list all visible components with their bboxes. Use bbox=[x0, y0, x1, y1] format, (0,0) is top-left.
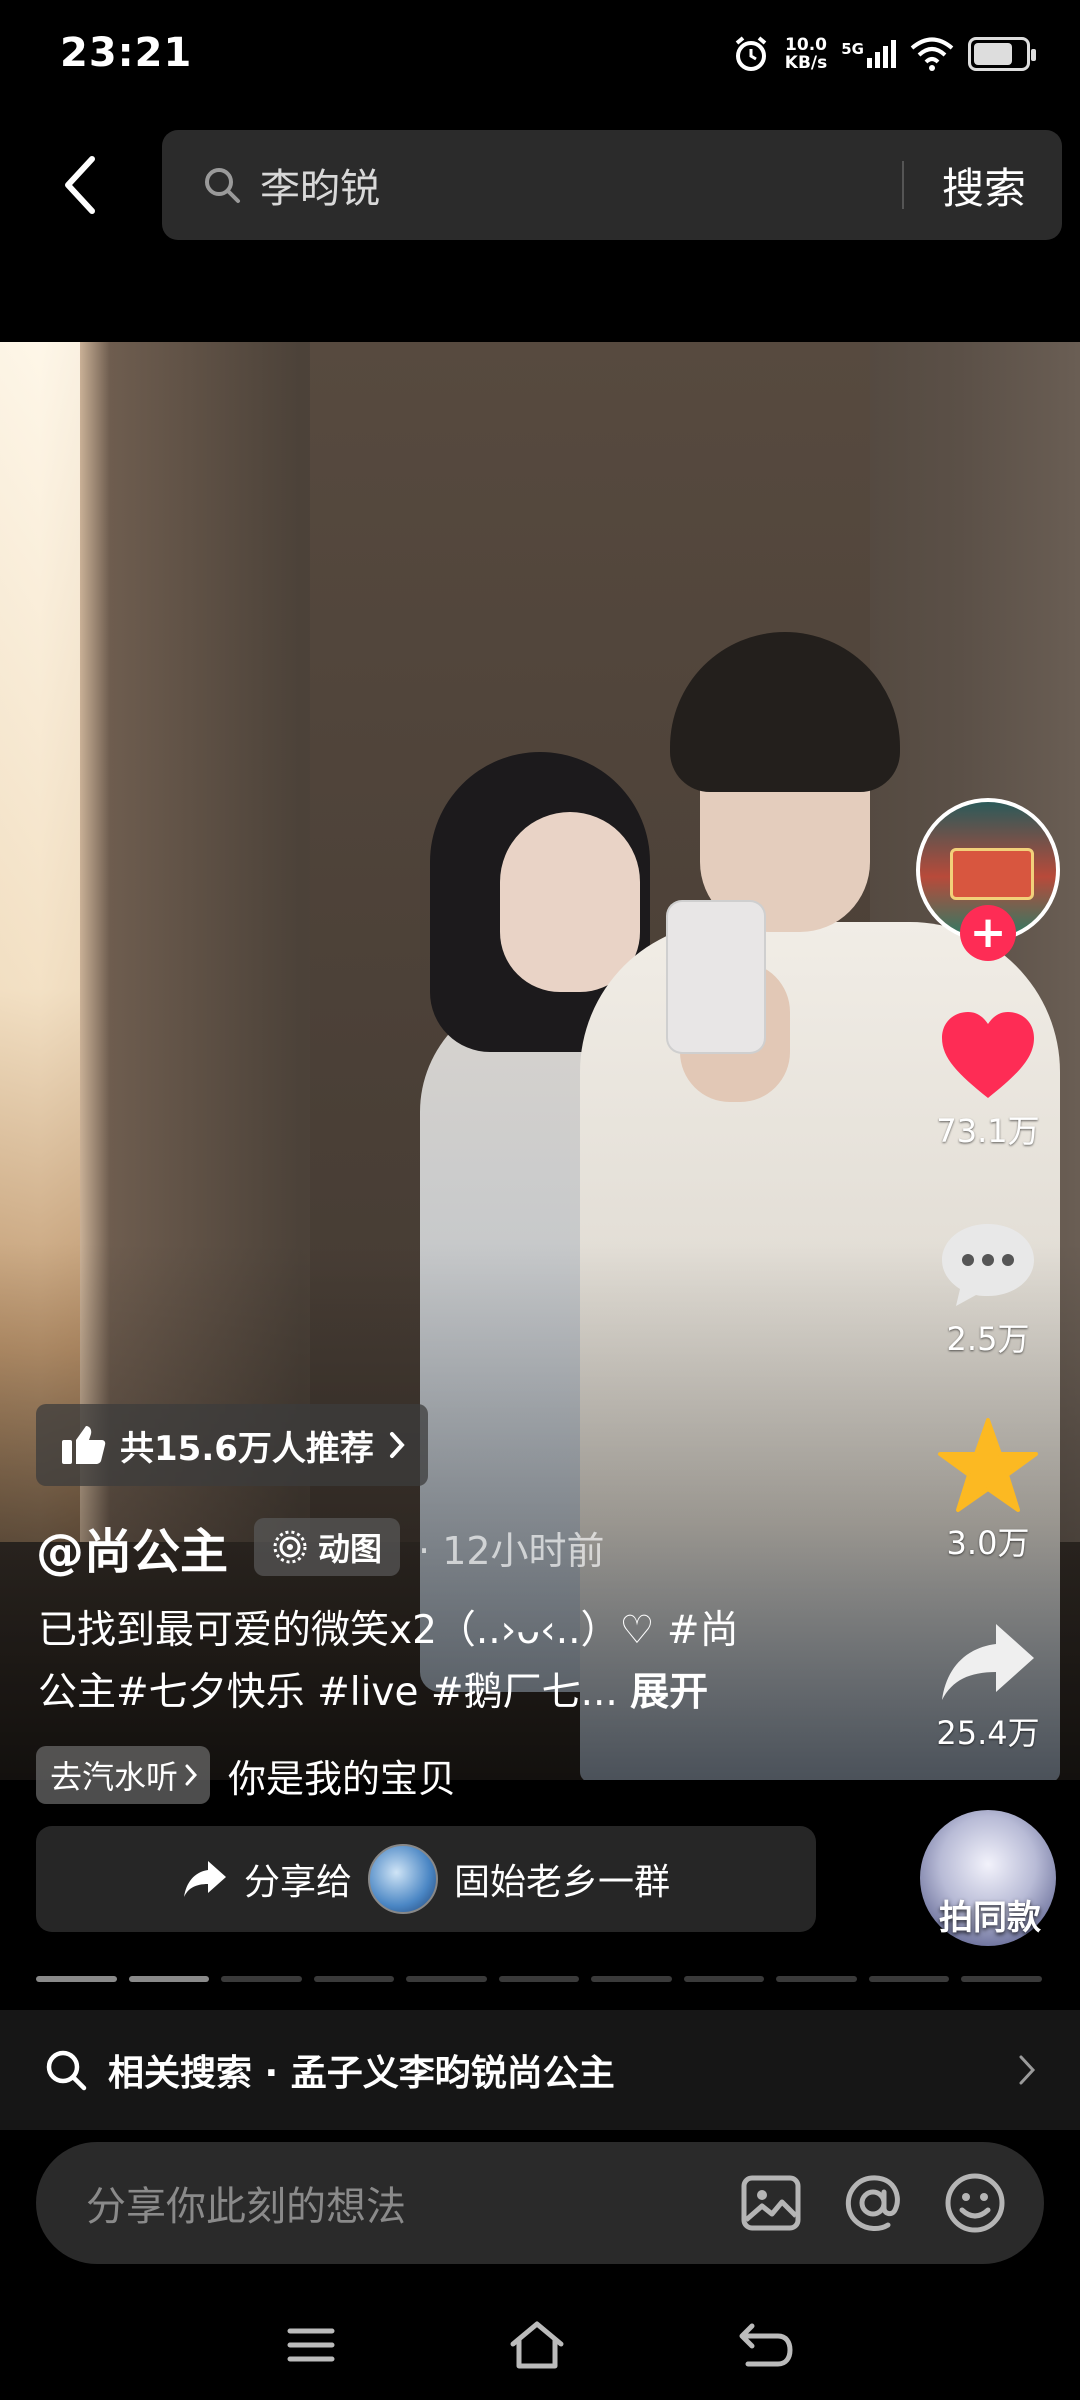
share-button[interactable]: 25.4万 bbox=[916, 1620, 1060, 1754]
progress-segment bbox=[221, 1976, 302, 1982]
share-arrow-icon bbox=[942, 1624, 1034, 1700]
search-input[interactable]: 李昀锐 bbox=[260, 156, 902, 214]
comment-input[interactable]: 分享你此刻的想法 bbox=[86, 2174, 738, 2232]
like-button[interactable]: 73.1万 bbox=[916, 1010, 1060, 1152]
favorite-button[interactable]: 3.0万 bbox=[916, 1418, 1060, 1564]
group-name: 固始老乡一群 bbox=[454, 1862, 671, 1903]
alarm-icon bbox=[735, 36, 767, 71]
image-icon[interactable] bbox=[738, 2170, 804, 2236]
status-icons: 10.0 KB/s 5G bbox=[731, 34, 1036, 74]
progress-segment bbox=[128, 1976, 210, 1982]
progress-segment bbox=[313, 1976, 395, 1982]
progress-segment bbox=[683, 1976, 765, 1982]
progress-segment bbox=[776, 1976, 857, 1982]
search-icon bbox=[46, 2050, 87, 2091]
home-icon[interactable] bbox=[507, 2320, 567, 2370]
music-row: 去汽水听 你是我的宝贝 bbox=[36, 1746, 456, 1804]
system-nav-bar bbox=[0, 2290, 1080, 2400]
cellular-icon: 5G bbox=[841, 40, 896, 68]
network-speed: 10.0 KB/s bbox=[784, 35, 828, 73]
phone-in-frame bbox=[668, 902, 764, 1052]
battery-icon bbox=[968, 37, 1036, 71]
image-progress bbox=[36, 1976, 1043, 1982]
comment-icon bbox=[942, 1224, 1034, 1306]
wifi-icon bbox=[910, 37, 954, 71]
share-arrow-icon bbox=[183, 1861, 226, 1897]
progress-segment bbox=[498, 1976, 580, 1982]
recommend-text: 共15.6万人推荐 bbox=[120, 1428, 374, 1469]
share-count: 25.4万 bbox=[936, 1714, 1040, 1752]
back-button[interactable] bbox=[50, 150, 110, 220]
author-row: @尚公主 动图 · 12小时前 bbox=[36, 1512, 605, 1582]
progress-segment bbox=[406, 1976, 487, 1982]
video-caption: 已找到最可爱的微笑x2（..›ᴗ‹..）♡ #尚 公主#七夕快乐 #live #… bbox=[38, 1608, 739, 1715]
chevron-right-icon bbox=[185, 1764, 198, 1786]
chevron-right-icon bbox=[1019, 2055, 1036, 2085]
type-badge: 动图 bbox=[254, 1518, 401, 1576]
like-count: 73.1万 bbox=[936, 1112, 1040, 1150]
follow-button[interactable]: + bbox=[960, 905, 1016, 961]
group-avatar bbox=[368, 1844, 438, 1914]
chevron-right-icon bbox=[389, 1432, 405, 1458]
favorite-count: 3.0万 bbox=[946, 1524, 1030, 1562]
music-app-link[interactable]: 去汽水听 bbox=[36, 1746, 211, 1804]
progress-segment bbox=[961, 1976, 1043, 1982]
menu-icon[interactable] bbox=[286, 2325, 336, 2365]
status-bar: 23:21 10.0 KB/s 5G bbox=[0, 0, 1080, 110]
live-photo-icon bbox=[273, 1530, 307, 1564]
recommend-chip[interactable]: 共15.6万人推荐 bbox=[36, 1404, 428, 1486]
comment-count: 2.5万 bbox=[946, 1320, 1030, 1358]
same-style-button[interactable]: 拍同款 bbox=[912, 1890, 1068, 1939]
comment-input-bar[interactable]: 分享你此刻的想法 bbox=[36, 2142, 1044, 2264]
mention-icon[interactable] bbox=[840, 2170, 906, 2236]
share-to-group-button[interactable]: 分享给 固始老乡一群 bbox=[36, 1826, 816, 1932]
heart-icon bbox=[942, 1012, 1034, 1098]
author-name[interactable]: @尚公主 bbox=[36, 1512, 228, 1582]
emoji-icon[interactable] bbox=[942, 2170, 1008, 2236]
chevron-left-icon bbox=[65, 156, 95, 214]
back-nav-icon[interactable] bbox=[738, 2322, 794, 2368]
music-title[interactable]: 你是我的宝贝 bbox=[228, 1748, 456, 1803]
comment-button[interactable]: 2.5万 bbox=[916, 1220, 1060, 1360]
search-button[interactable]: 搜索 bbox=[904, 155, 1062, 216]
related-search[interactable]: 相关搜索 · 孟子义李昀锐尚公主 bbox=[0, 2010, 1080, 2130]
expand-button[interactable]: 展开 bbox=[630, 1670, 708, 1715]
progress-segment bbox=[868, 1976, 950, 1982]
progress-segment bbox=[36, 1976, 117, 1982]
thumbs-up-icon bbox=[62, 1426, 106, 1464]
search-icon bbox=[205, 168, 240, 203]
search-bar[interactable]: 李昀锐 搜索 bbox=[162, 130, 1062, 240]
post-time: · 12小时前 bbox=[418, 1528, 605, 1573]
star-icon bbox=[938, 1418, 1038, 1512]
status-time: 23:21 bbox=[60, 30, 193, 76]
related-search-text: 相关搜索 · 孟子义李昀锐尚公主 bbox=[108, 2053, 615, 2094]
progress-segment bbox=[591, 1976, 672, 1982]
